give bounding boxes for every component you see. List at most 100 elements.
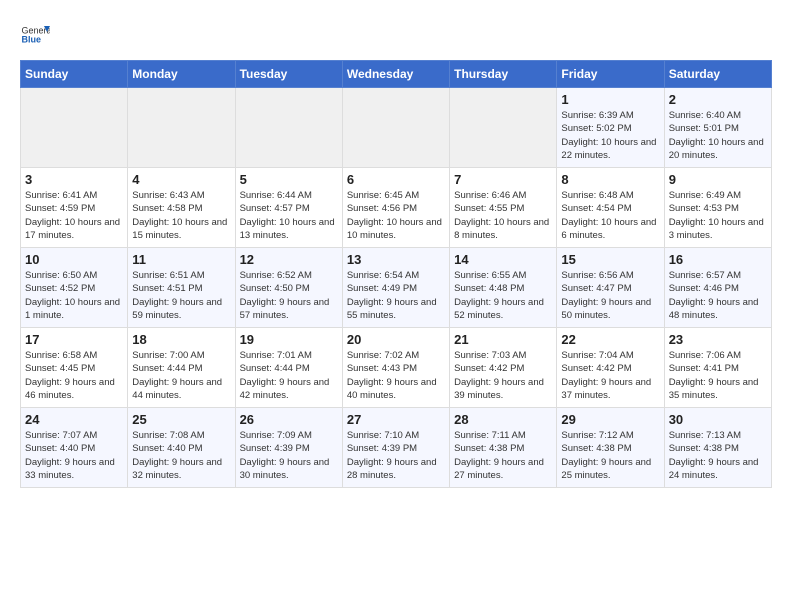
day-number: 8 bbox=[561, 172, 659, 187]
day-info: Sunrise: 7:06 AMSunset: 4:41 PMDaylight:… bbox=[669, 349, 767, 402]
calendar-cell: 29 Sunrise: 7:12 AMSunset: 4:38 PMDayligh… bbox=[557, 408, 664, 488]
day-number: 18 bbox=[132, 332, 230, 347]
day-info: Sunrise: 6:41 AMSunset: 4:59 PMDaylight:… bbox=[25, 189, 123, 242]
svg-text:Blue: Blue bbox=[22, 35, 42, 45]
calendar-cell: 19 Sunrise: 7:01 AMSunset: 4:44 PMDayligh… bbox=[235, 328, 342, 408]
day-info: Sunrise: 7:07 AMSunset: 4:40 PMDaylight:… bbox=[25, 429, 123, 482]
weekday-header: Friday bbox=[557, 61, 664, 88]
day-number: 11 bbox=[132, 252, 230, 267]
calendar-cell: 8 Sunrise: 6:48 AMSunset: 4:54 PMDaylight… bbox=[557, 168, 664, 248]
calendar-cell: 18 Sunrise: 7:00 AMSunset: 4:44 PMDayligh… bbox=[128, 328, 235, 408]
weekday-header: Tuesday bbox=[235, 61, 342, 88]
logo-icon: General Blue bbox=[20, 20, 50, 50]
day-number: 3 bbox=[25, 172, 123, 187]
calendar-week-row: 1 Sunrise: 6:39 AMSunset: 5:02 PMDaylight… bbox=[21, 88, 772, 168]
day-number: 4 bbox=[132, 172, 230, 187]
day-info: Sunrise: 6:51 AMSunset: 4:51 PMDaylight:… bbox=[132, 269, 230, 322]
day-number: 1 bbox=[561, 92, 659, 107]
calendar-cell: 21 Sunrise: 7:03 AMSunset: 4:42 PMDayligh… bbox=[450, 328, 557, 408]
day-info: Sunrise: 7:02 AMSunset: 4:43 PMDaylight:… bbox=[347, 349, 445, 402]
day-info: Sunrise: 6:43 AMSunset: 4:58 PMDaylight:… bbox=[132, 189, 230, 242]
day-info: Sunrise: 6:49 AMSunset: 4:53 PMDaylight:… bbox=[669, 189, 767, 242]
day-info: Sunrise: 6:39 AMSunset: 5:02 PMDaylight:… bbox=[561, 109, 659, 162]
calendar-cell: 11 Sunrise: 6:51 AMSunset: 4:51 PMDayligh… bbox=[128, 248, 235, 328]
day-number: 27 bbox=[347, 412, 445, 427]
calendar-cell: 10Sunrise: 6:50 AMSunset: 4:52 PMDayligh… bbox=[21, 248, 128, 328]
day-info: Sunrise: 7:11 AMSunset: 4:38 PMDaylight:… bbox=[454, 429, 552, 482]
logo: General Blue bbox=[20, 20, 50, 50]
calendar-cell: 30 Sunrise: 7:13 AMSunset: 4:38 PMDayligh… bbox=[664, 408, 771, 488]
day-number: 21 bbox=[454, 332, 552, 347]
calendar-cell: 26Sunrise: 7:09 AMSunset: 4:39 PMDayligh… bbox=[235, 408, 342, 488]
day-number: 9 bbox=[669, 172, 767, 187]
calendar-cell: 7 Sunrise: 6:46 AMSunset: 4:55 PMDaylight… bbox=[450, 168, 557, 248]
day-info: Sunrise: 7:03 AMSunset: 4:42 PMDaylight:… bbox=[454, 349, 552, 402]
day-info: Sunrise: 7:13 AMSunset: 4:38 PMDaylight:… bbox=[669, 429, 767, 482]
calendar-cell: 23 Sunrise: 7:06 AMSunset: 4:41 PMDayligh… bbox=[664, 328, 771, 408]
weekday-header: Saturday bbox=[664, 61, 771, 88]
day-number: 15 bbox=[561, 252, 659, 267]
calendar-cell: 5 Sunrise: 6:44 AMSunset: 4:57 PMDaylight… bbox=[235, 168, 342, 248]
day-number: 2 bbox=[669, 92, 767, 107]
day-info: Sunrise: 6:45 AMSunset: 4:56 PMDaylight:… bbox=[347, 189, 445, 242]
day-info: Sunrise: 7:00 AMSunset: 4:44 PMDaylight:… bbox=[132, 349, 230, 402]
day-info: Sunrise: 6:40 AMSunset: 5:01 PMDaylight:… bbox=[669, 109, 767, 162]
weekday-header: Wednesday bbox=[342, 61, 449, 88]
day-number: 14 bbox=[454, 252, 552, 267]
day-info: Sunrise: 6:46 AMSunset: 4:55 PMDaylight:… bbox=[454, 189, 552, 242]
day-number: 6 bbox=[347, 172, 445, 187]
calendar-cell bbox=[235, 88, 342, 168]
calendar-cell: 12 Sunrise: 6:52 AMSunset: 4:50 PMDayligh… bbox=[235, 248, 342, 328]
weekday-header: Thursday bbox=[450, 61, 557, 88]
day-info: Sunrise: 6:57 AMSunset: 4:46 PMDaylight:… bbox=[669, 269, 767, 322]
day-info: Sunrise: 6:48 AMSunset: 4:54 PMDaylight:… bbox=[561, 189, 659, 242]
calendar-week-row: 10Sunrise: 6:50 AMSunset: 4:52 PMDayligh… bbox=[21, 248, 772, 328]
day-info: Sunrise: 7:01 AMSunset: 4:44 PMDaylight:… bbox=[240, 349, 338, 402]
page-header: General Blue bbox=[20, 20, 772, 50]
calendar-cell: 28 Sunrise: 7:11 AMSunset: 4:38 PMDayligh… bbox=[450, 408, 557, 488]
day-number: 24 bbox=[25, 412, 123, 427]
day-number: 12 bbox=[240, 252, 338, 267]
calendar-cell: 20 Sunrise: 7:02 AMSunset: 4:43 PMDayligh… bbox=[342, 328, 449, 408]
calendar-cell: 24 Sunrise: 7:07 AMSunset: 4:40 PMDayligh… bbox=[21, 408, 128, 488]
day-number: 5 bbox=[240, 172, 338, 187]
day-number: 28 bbox=[454, 412, 552, 427]
day-info: Sunrise: 7:04 AMSunset: 4:42 PMDaylight:… bbox=[561, 349, 659, 402]
day-number: 30 bbox=[669, 412, 767, 427]
day-info: Sunrise: 6:52 AMSunset: 4:50 PMDaylight:… bbox=[240, 269, 338, 322]
day-number: 16 bbox=[669, 252, 767, 267]
calendar-cell: 25 Sunrise: 7:08 AMSunset: 4:40 PMDayligh… bbox=[128, 408, 235, 488]
calendar-cell bbox=[342, 88, 449, 168]
weekday-header-row: SundayMondayTuesdayWednesdayThursdayFrid… bbox=[21, 61, 772, 88]
day-info: Sunrise: 6:56 AMSunset: 4:47 PMDaylight:… bbox=[561, 269, 659, 322]
day-number: 17 bbox=[25, 332, 123, 347]
calendar-cell: 6 Sunrise: 6:45 AMSunset: 4:56 PMDaylight… bbox=[342, 168, 449, 248]
day-number: 25 bbox=[132, 412, 230, 427]
calendar-cell: 13Sunrise: 6:54 AMSunset: 4:49 PMDayligh… bbox=[342, 248, 449, 328]
calendar-week-row: 17Sunrise: 6:58 AMSunset: 4:45 PMDayligh… bbox=[21, 328, 772, 408]
calendar-cell: 3 Sunrise: 6:41 AMSunset: 4:59 PMDaylight… bbox=[21, 168, 128, 248]
day-info: Sunrise: 7:12 AMSunset: 4:38 PMDaylight:… bbox=[561, 429, 659, 482]
calendar-cell: 15 Sunrise: 6:56 AMSunset: 4:47 PMDayligh… bbox=[557, 248, 664, 328]
day-info: Sunrise: 7:10 AMSunset: 4:39 PMDaylight:… bbox=[347, 429, 445, 482]
day-number: 29 bbox=[561, 412, 659, 427]
calendar-cell: 27 Sunrise: 7:10 AMSunset: 4:39 PMDayligh… bbox=[342, 408, 449, 488]
calendar-cell bbox=[128, 88, 235, 168]
calendar-cell: 9 Sunrise: 6:49 AMSunset: 4:53 PMDaylight… bbox=[664, 168, 771, 248]
day-info: Sunrise: 6:44 AMSunset: 4:57 PMDaylight:… bbox=[240, 189, 338, 242]
calendar-cell: 14 Sunrise: 6:55 AMSunset: 4:48 PMDayligh… bbox=[450, 248, 557, 328]
calendar-cell: 4 Sunrise: 6:43 AMSunset: 4:58 PMDaylight… bbox=[128, 168, 235, 248]
weekday-header: Sunday bbox=[21, 61, 128, 88]
day-number: 20 bbox=[347, 332, 445, 347]
day-number: 7 bbox=[454, 172, 552, 187]
calendar-cell bbox=[21, 88, 128, 168]
day-number: 22 bbox=[561, 332, 659, 347]
calendar-week-row: 3 Sunrise: 6:41 AMSunset: 4:59 PMDaylight… bbox=[21, 168, 772, 248]
day-number: 10 bbox=[25, 252, 123, 267]
day-number: 19 bbox=[240, 332, 338, 347]
day-info: Sunrise: 7:08 AMSunset: 4:40 PMDaylight:… bbox=[132, 429, 230, 482]
day-number: 23 bbox=[669, 332, 767, 347]
day-number: 13 bbox=[347, 252, 445, 267]
day-info: Sunrise: 6:55 AMSunset: 4:48 PMDaylight:… bbox=[454, 269, 552, 322]
calendar-cell: 2 Sunrise: 6:40 AMSunset: 5:01 PMDaylight… bbox=[664, 88, 771, 168]
